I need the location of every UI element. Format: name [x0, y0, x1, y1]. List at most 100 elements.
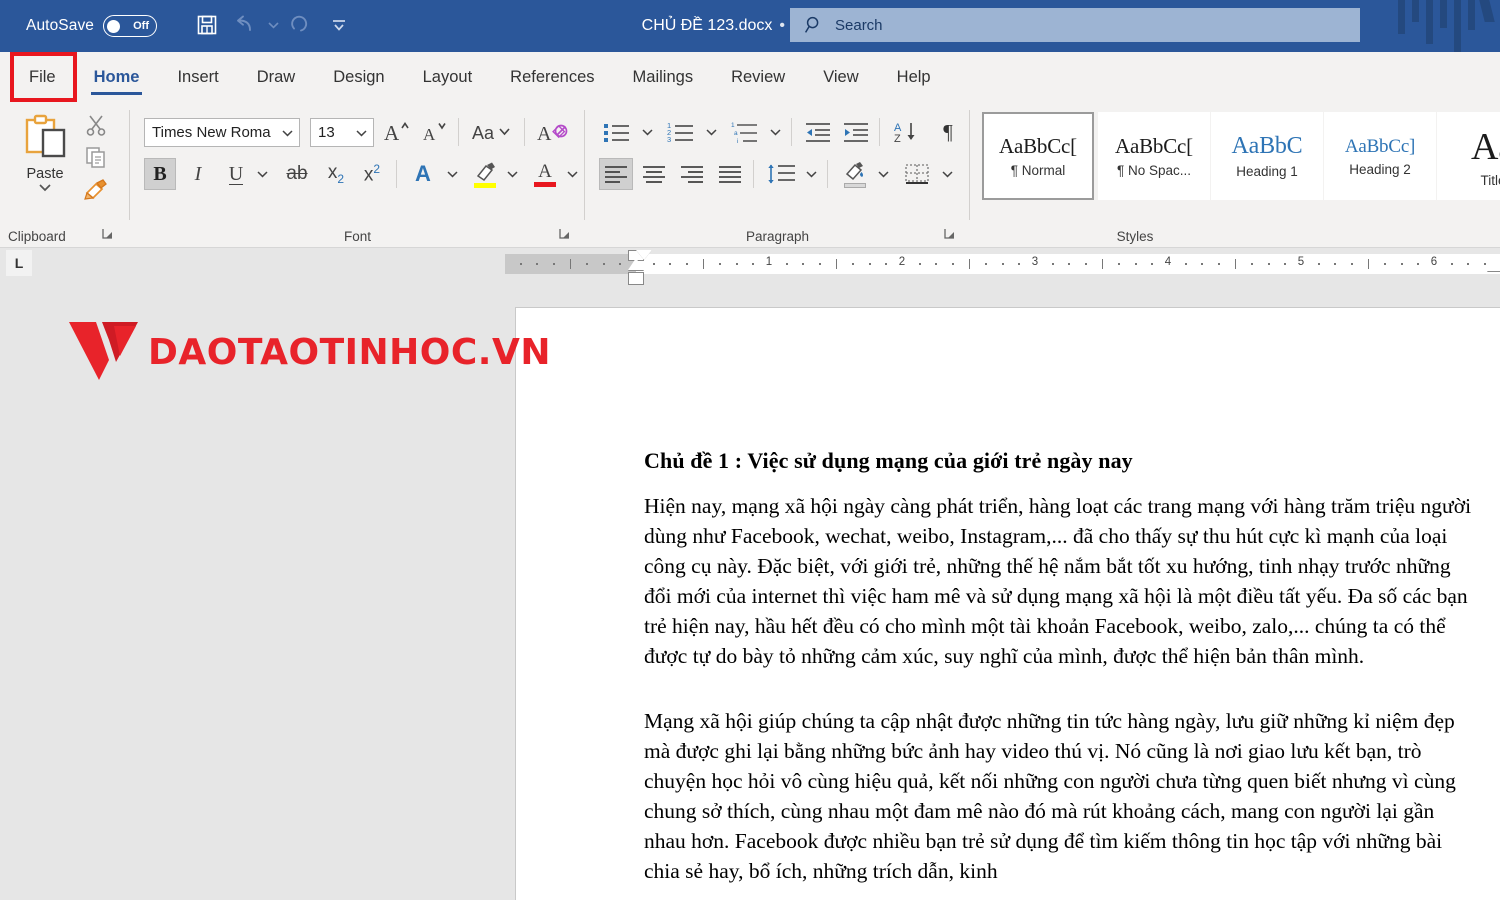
- paste-label: Paste: [14, 166, 76, 182]
- ruler-number: 5: [1298, 256, 1304, 268]
- document-paragraph[interactable]: Mạng xã hội giúp chúng ta cập nhật được …: [644, 706, 1474, 886]
- font-name-combobox[interactable]: Times New Roma: [144, 118, 300, 147]
- style-title[interactable]: Aa Title: [1437, 112, 1500, 200]
- ruler-minor-tick: [1085, 263, 1087, 265]
- tab-design[interactable]: Design: [314, 52, 403, 102]
- document-page[interactable]: Chủ đề 1 : Việc sử dụng mạng của giới tr…: [515, 307, 1500, 900]
- tab-file[interactable]: File: [10, 52, 75, 102]
- shading-icon[interactable]: [837, 156, 873, 192]
- font-name-chevron-down-icon[interactable]: [282, 129, 293, 137]
- tab-references[interactable]: References: [491, 52, 613, 102]
- font-color-icon[interactable]: A: [528, 156, 562, 192]
- ribbon-group-font: Times New Roma 13 A A Aa: [130, 102, 585, 248]
- document-paragraph[interactable]: Hiện nay, mạng xã hội ngày càng phát tri…: [644, 491, 1474, 671]
- align-right-icon[interactable]: [675, 158, 709, 190]
- numbering-icon[interactable]: 123: [663, 116, 699, 148]
- shrink-font-icon[interactable]: A: [418, 116, 450, 148]
- horizontal-ruler[interactable]: 123456: [505, 254, 1500, 274]
- tab-help[interactable]: Help: [878, 52, 950, 102]
- font-size-chevron-down-icon[interactable]: [356, 129, 367, 137]
- underline-icon[interactable]: U: [220, 158, 252, 190]
- tab-stop-selector[interactable]: L: [6, 250, 32, 276]
- tab-draw[interactable]: Draw: [238, 52, 315, 102]
- borders-icon[interactable]: [899, 158, 935, 190]
- text-highlight-color-icon[interactable]: [468, 156, 502, 192]
- cut-icon[interactable]: [80, 110, 112, 140]
- show-formatting-marks-icon[interactable]: ¶: [933, 116, 963, 148]
- tab-home[interactable]: Home: [75, 52, 159, 102]
- paste-button[interactable]: Paste: [14, 112, 76, 192]
- highlight-chevron-down-icon[interactable]: [502, 158, 522, 190]
- undo-icon: [228, 8, 262, 42]
- left-indent-marker[interactable]: [628, 272, 644, 285]
- font-dialog-launcher-icon[interactable]: [558, 227, 571, 243]
- shading-chevron-down-icon[interactable]: [873, 158, 893, 190]
- multilevel-chevron-down-icon[interactable]: [765, 116, 785, 148]
- autosave-control[interactable]: AutoSave Off: [26, 12, 157, 40]
- clipboard-dialog-launcher-icon[interactable]: [101, 227, 114, 243]
- clear-formatting-icon[interactable]: A: [534, 116, 572, 148]
- numbering-chevron-down-icon[interactable]: [701, 116, 721, 148]
- save-icon[interactable]: [190, 8, 224, 42]
- ribbon: Paste Clipboard Times New: [0, 102, 1500, 248]
- decrease-indent-icon[interactable]: [801, 116, 835, 148]
- underline-chevron-down-icon[interactable]: [252, 158, 272, 190]
- borders-chevron-down-icon[interactable]: [937, 158, 957, 190]
- ribbon-group-styles: AaBbCc[ ¶ Normal AaBbCc[ ¶ No Spac... Aa…: [970, 102, 1500, 248]
- right-indent-marker[interactable]: [1487, 259, 1500, 271]
- style-normal[interactable]: AaBbCc[ ¶ Normal: [982, 112, 1094, 200]
- text-effects-icon[interactable]: A: [406, 158, 440, 190]
- ruler-minor-tick: [819, 263, 821, 265]
- tab-layout[interactable]: Layout: [404, 52, 492, 102]
- tab-mailings[interactable]: Mailings: [614, 52, 713, 102]
- align-left-icon[interactable]: [599, 158, 633, 190]
- customize-qat-icon[interactable]: [322, 8, 356, 42]
- change-case-icon[interactable]: Aa: [468, 116, 516, 148]
- line-spacing-chevron-down-icon[interactable]: [801, 158, 821, 190]
- style-no-spacing[interactable]: AaBbCc[ ¶ No Spac...: [1098, 112, 1210, 200]
- line-spacing-icon[interactable]: [763, 158, 801, 190]
- tab-insert[interactable]: Insert: [158, 52, 237, 102]
- justify-icon[interactable]: [713, 158, 747, 190]
- paragraph-dialog-launcher-icon[interactable]: [943, 227, 956, 243]
- first-line-indent-marker[interactable]: [636, 250, 652, 260]
- font-size-combobox[interactable]: 13: [310, 118, 374, 147]
- sort-icon[interactable]: AZ: [889, 116, 925, 148]
- ruler-minor-tick: [669, 263, 671, 265]
- align-center-icon[interactable]: [637, 158, 671, 190]
- text-effects-chevron-down-icon[interactable]: [442, 158, 462, 190]
- bullets-icon[interactable]: [599, 116, 635, 148]
- ruler-minor-tick: [869, 263, 871, 265]
- autosave-toggle[interactable]: Off: [103, 15, 157, 37]
- style-preview: AaBbCc[: [999, 134, 1077, 159]
- document-name[interactable]: CHỦ ĐỀ 123.docx: [642, 17, 773, 35]
- search-input[interactable]: Search: [790, 8, 1360, 42]
- style-heading-1[interactable]: AaBbC Heading 1: [1211, 112, 1323, 200]
- bold-icon[interactable]: B: [144, 158, 176, 190]
- paste-chevron-down-icon[interactable]: [14, 183, 76, 192]
- copy-icon[interactable]: [80, 142, 112, 172]
- bullets-chevron-down-icon[interactable]: [637, 116, 657, 148]
- svg-text:i: i: [737, 138, 738, 144]
- watermark-text: DAOTAOTINHOC.VN: [148, 332, 551, 373]
- ruler-minor-tick: [935, 263, 937, 265]
- ruler-half-tick: [1102, 259, 1103, 269]
- ruler-number: 3: [1032, 256, 1038, 268]
- increase-indent-icon[interactable]: [839, 116, 873, 148]
- subscript-icon[interactable]: x2: [320, 158, 352, 190]
- multilevel-list-icon[interactable]: 1ai: [727, 116, 763, 148]
- italic-icon[interactable]: I: [182, 158, 214, 190]
- grow-font-icon[interactable]: A: [380, 116, 412, 148]
- ruler-minor-tick: [1351, 263, 1353, 265]
- format-painter-icon[interactable]: [80, 174, 112, 204]
- superscript-icon[interactable]: x2: [356, 158, 388, 190]
- document-heading[interactable]: Chủ đề 1 : Việc sử dụng mạng của giới tr…: [644, 448, 1474, 474]
- font-color-chevron-down-icon[interactable]: [562, 158, 582, 190]
- tab-review[interactable]: Review: [712, 52, 804, 102]
- style-heading-2[interactable]: AaBbCc] Heading 2: [1324, 112, 1436, 200]
- title-bar: AutoSave Off CHỦ: [0, 0, 1500, 52]
- tab-view[interactable]: View: [804, 52, 877, 102]
- strikethrough-icon[interactable]: ab: [280, 158, 314, 190]
- style-preview: AaBbC: [1231, 133, 1302, 160]
- ruler-half-tick: [969, 259, 970, 269]
